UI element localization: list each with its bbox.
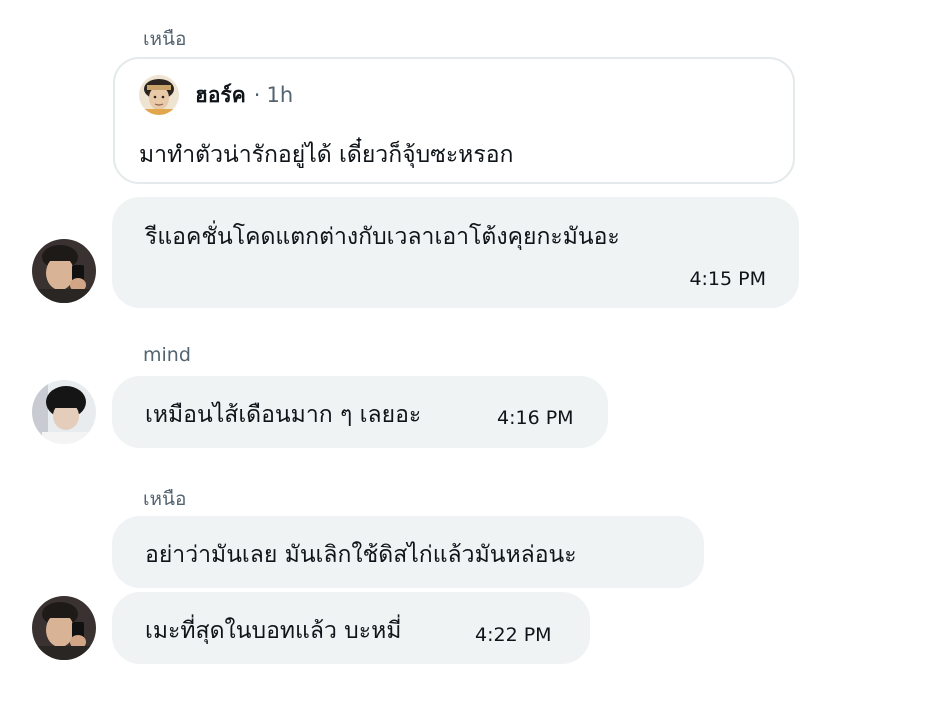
user-avatar[interactable] (32, 239, 96, 303)
sender-name: เหนือ (143, 488, 187, 510)
quoted-author-avatar[interactable] (139, 75, 179, 115)
separator-dot: · (253, 83, 261, 107)
user-avatar[interactable] (32, 596, 96, 660)
user-avatar[interactable] (32, 380, 96, 444)
avatar-image-icon (32, 239, 96, 303)
message-text: รีแอคชั่นโคดแตกต่างกับเวลาเอาโต้งคุยกะมั… (145, 224, 620, 250)
quoted-post-card[interactable]: ฮอร์ค · 1h มาทำตัวน่ารักอยู่ได้ เดี๋ยวก็… (113, 57, 795, 184)
message-timestamp: 4:22 PM (475, 624, 552, 646)
quoted-post-text: มาทำตัวน่ารักอยู่ได้ เดี๋ยวก็จุ้บซะหรอก (139, 142, 514, 168)
message-bubble[interactable]: เหมือนไส้เดือนมาก ๆ เลยอะ 4:16 PM (112, 376, 608, 448)
message-text: อย่าว่ามันเลย มันเลิกใช้ดิสไก่แล้วมันหล่… (145, 542, 577, 568)
message-timestamp: 4:15 PM (689, 268, 766, 290)
quoted-post-time[interactable]: 1h (266, 83, 293, 107)
quoted-post-header: ฮอร์ค · 1h (139, 75, 293, 115)
sender-name: mind (143, 344, 191, 366)
message-bubble[interactable]: เมะที่สุดในบอทแล้ว บะหมี่ 4:22 PM (112, 592, 590, 664)
avatar-image-icon (139, 75, 179, 115)
avatar-image-icon (32, 380, 96, 444)
message-bubble[interactable]: รีแอคชั่นโคดแตกต่างกับเวลาเอาโต้งคุยกะมั… (112, 197, 799, 308)
message-text: เมะที่สุดในบอทแล้ว บะหมี่ (145, 618, 402, 644)
avatar-image-icon (32, 596, 96, 660)
message-text: เหมือนไส้เดือนมาก ๆ เลยอะ (145, 402, 422, 428)
message-timestamp: 4:16 PM (497, 407, 574, 429)
sender-name: เหนือ (143, 28, 187, 50)
quoted-author-name[interactable]: ฮอร์ค (195, 79, 246, 112)
message-bubble[interactable]: อย่าว่ามันเลย มันเลิกใช้ดิสไก่แล้วมันหล่… (112, 516, 704, 588)
